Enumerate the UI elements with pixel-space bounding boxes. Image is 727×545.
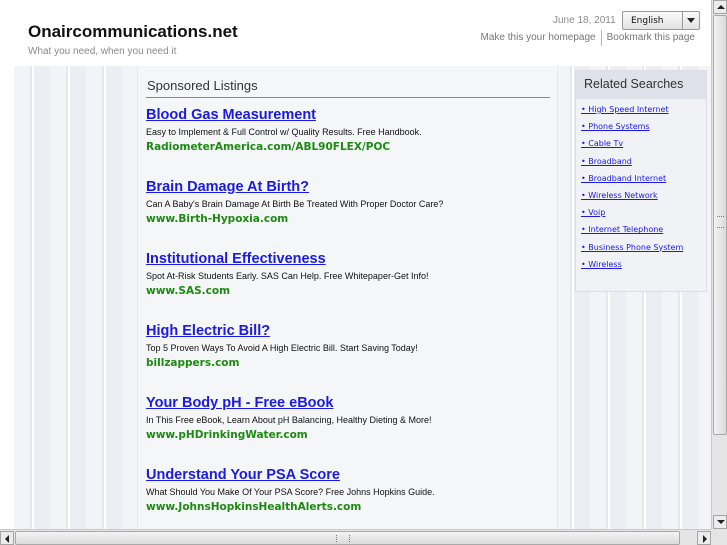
listing-title-link[interactable]: Your Body pH - Free eBook: [146, 395, 556, 411]
related-search-link[interactable]: • Voip: [576, 206, 706, 223]
related-searches-list: • High Speed Internet • Phone Systems • …: [576, 99, 706, 275]
related-search-link[interactable]: • Phone Systems: [576, 120, 706, 137]
scroll-down-arrow-icon[interactable]: [713, 515, 727, 529]
related-searches-heading: Related Searches: [576, 71, 706, 99]
listing-title-link[interactable]: High Electric Bill?: [146, 323, 556, 339]
language-select-value: English: [631, 16, 664, 26]
related-searches-panel: Related Searches • High Speed Internet •…: [575, 70, 707, 292]
header-links: Make this your homepage Bookmark this pa…: [476, 30, 700, 46]
listing-url-link[interactable]: www.Birth-Hypoxia.com: [146, 213, 556, 225]
scrollbar-corner: [711, 529, 727, 545]
listing-description: Top 5 Proven Ways To Avoid A High Electr…: [146, 343, 418, 353]
page-viewport: Onaircommunications.net What you need, w…: [0, 0, 711, 529]
header-date: June 18, 2011: [553, 15, 616, 26]
related-search-link[interactable]: • Internet Telephone: [576, 223, 706, 240]
horizontal-scroll-thumb[interactable]: [15, 531, 680, 545]
related-search-link[interactable]: • Cable Tv: [576, 137, 706, 154]
listing: Blood Gas Measurement Easy to Implement …: [146, 107, 556, 153]
listing-title-link[interactable]: Understand Your PSA Score: [146, 467, 556, 483]
scroll-right-arrow-icon[interactable]: [697, 531, 711, 545]
bookmark-link[interactable]: Bookmark this page: [602, 32, 700, 46]
listing-url-link[interactable]: www.pHDrinkingWater.com: [146, 429, 556, 441]
listing: Understand Your PSA Score What Should Yo…: [146, 467, 556, 513]
scroll-up-arrow-icon[interactable]: [713, 0, 727, 14]
listing-description: In This Free eBook, Learn About pH Balan…: [146, 415, 432, 425]
listing-description: What Should You Make Of Your PSA Score? …: [146, 487, 435, 497]
related-search-link[interactable]: • High Speed Internet: [576, 103, 706, 120]
listing: Brain Damage At Birth? Can A Baby's Brai…: [146, 179, 556, 225]
related-search-link[interactable]: • Wireless: [576, 258, 706, 275]
make-homepage-link[interactable]: Make this your homepage: [476, 32, 601, 46]
language-select[interactable]: English: [622, 11, 700, 30]
site-title[interactable]: Onaircommunications.net: [28, 22, 238, 42]
listing: Your Body pH - Free eBook In This Free e…: [146, 395, 556, 441]
vertical-scroll-thumb[interactable]: [713, 15, 727, 435]
listing: Institutional Effectiveness Spot At-Risk…: [146, 251, 556, 297]
listing-url-link[interactable]: www.SAS.com: [146, 285, 556, 297]
site-tagline: What you need, when you need it: [28, 46, 177, 57]
sponsored-heading: Sponsored Listings: [147, 78, 258, 93]
horizontal-scrollbar[interactable]: [0, 529, 711, 545]
listing-title-link[interactable]: Brain Damage At Birth?: [146, 179, 556, 195]
related-search-link[interactable]: • Broadband Internet: [576, 172, 706, 189]
grip-icon: [717, 216, 724, 228]
listing-title-link[interactable]: Institutional Effectiveness: [146, 251, 556, 267]
heading-divider: [146, 97, 550, 98]
chevron-down-icon[interactable]: [682, 12, 699, 29]
listing: High Electric Bill? Top 5 Proven Ways To…: [146, 323, 556, 369]
related-search-link[interactable]: • Business Phone System: [576, 241, 706, 258]
grip-icon: [336, 535, 350, 542]
listing-url-link[interactable]: www.JohnsHopkinsHealthAlerts.com: [146, 501, 556, 513]
scroll-left-arrow-icon[interactable]: [0, 531, 14, 545]
listing-url-link[interactable]: billzappers.com: [146, 357, 556, 369]
vertical-scrollbar[interactable]: [711, 0, 727, 529]
listing-description: Easy to Implement & Full Control w/ Qual…: [146, 127, 422, 137]
listing-title-link[interactable]: Blood Gas Measurement: [146, 107, 556, 123]
listing-description: Can A Baby's Brain Damage At Birth Be Tr…: [146, 199, 444, 209]
related-search-link[interactable]: • Wireless Network: [576, 189, 706, 206]
listing-description: Spot At-Risk Students Early. SAS Can Hel…: [146, 271, 429, 281]
related-search-link[interactable]: • Broadband: [576, 155, 706, 172]
sponsored-listings-panel: Sponsored Listings Blood Gas Measurement…: [137, 66, 558, 529]
listing-url-link[interactable]: RadiometerAmerica.com/ABL90FLEX/POC: [146, 141, 556, 153]
